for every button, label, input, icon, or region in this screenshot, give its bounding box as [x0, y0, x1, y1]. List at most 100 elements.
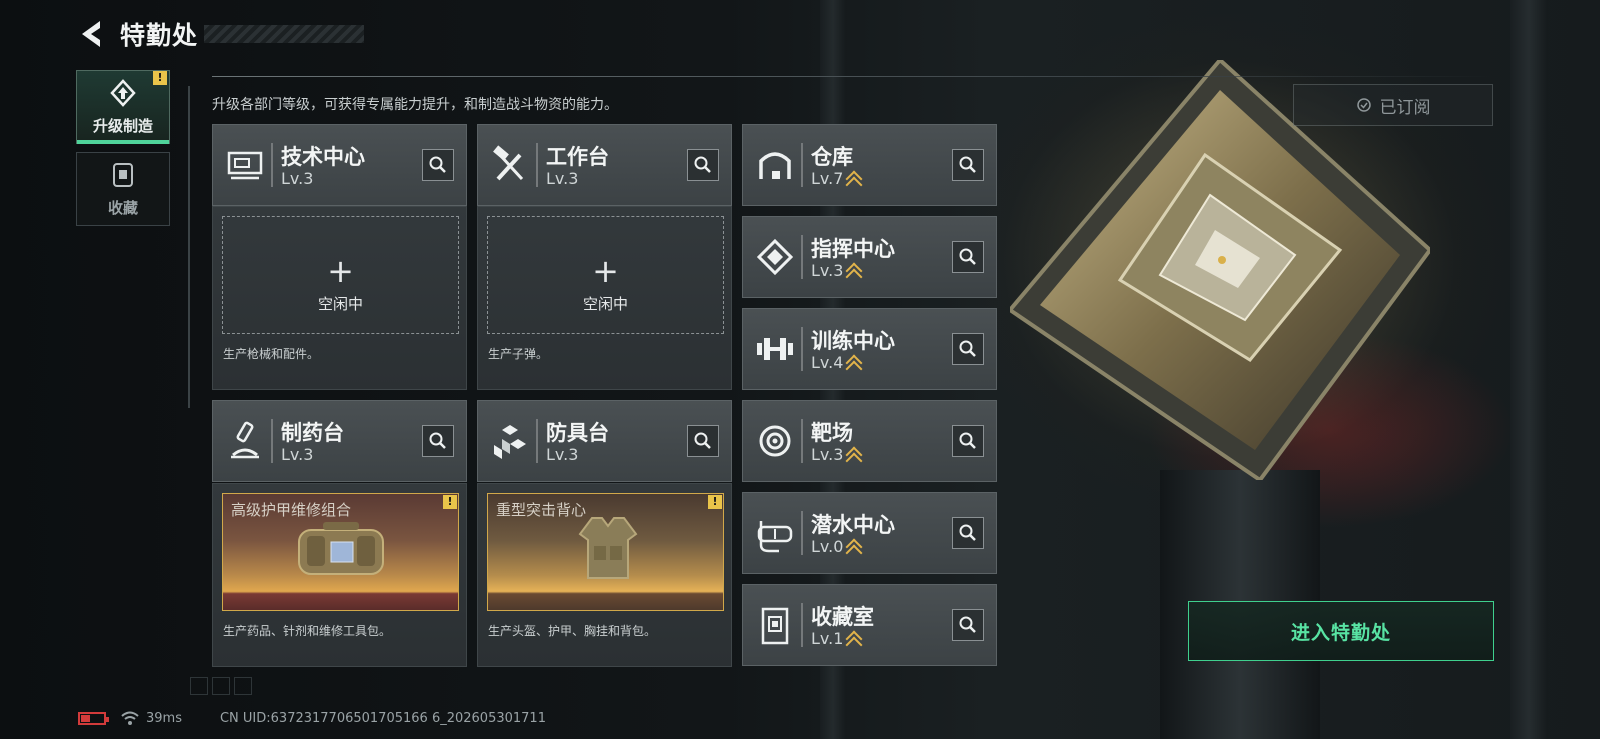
crafting-item-name: 重型突击背心 — [496, 501, 587, 519]
level-row: Lv.3 — [811, 261, 859, 280]
inspect-button[interactable] — [952, 609, 984, 641]
production-description: 生产药品、针剂和维修工具包。 — [223, 624, 392, 638]
crafting-item-slot[interactable]: 重型突击背心 ! — [487, 493, 724, 611]
inspect-button[interactable] — [422, 149, 454, 181]
search-icon — [429, 432, 446, 449]
back-button[interactable] — [78, 19, 106, 49]
search-icon — [694, 432, 711, 449]
department-name: 防具台 — [546, 421, 609, 445]
department-card-command-center[interactable]: 指挥中心 Lv.3 — [742, 216, 997, 298]
alert-badge: ! — [708, 495, 722, 509]
production-description: 生产子弹。 — [488, 347, 549, 361]
level-up-icon — [847, 539, 859, 555]
department-name: 收藏室 — [811, 605, 874, 629]
department-card-armor-bench[interactable]: 防具台 Lv.3 — [477, 400, 732, 482]
department-card-pharmacy[interactable]: 制药台 Lv.3 — [212, 400, 467, 482]
ping-value: 39ms — [146, 710, 182, 726]
back-arrow-icon — [82, 21, 100, 47]
collection-room-icon — [761, 607, 789, 645]
wifi-icon — [121, 711, 139, 725]
production-slot[interactable]: + 空闲中 — [222, 216, 459, 334]
alert-badge: ! — [443, 495, 457, 509]
divider — [212, 76, 1494, 77]
department-card-warehouse[interactable]: 仓库 Lv.7 — [742, 124, 997, 206]
crafting-item-name: 高级护甲维修组合 — [231, 501, 352, 519]
warehouse-icon — [759, 152, 791, 179]
level-row: Lv.0 — [811, 537, 859, 556]
department-level: Lv.1 — [811, 629, 844, 648]
department-card-diving-center[interactable]: 潜水中心 Lv.0 — [742, 492, 997, 574]
search-icon — [959, 248, 976, 265]
production-panel-workbench: + 空闲中 生产子弹。 — [477, 206, 732, 390]
inspect-button[interactable] — [687, 425, 719, 457]
battery-icon — [78, 711, 109, 725]
inspect-button[interactable] — [952, 425, 984, 457]
nav-upgrade-craft[interactable]: ! 升级制造 — [76, 70, 170, 144]
command-center-icon — [756, 238, 794, 276]
department-card-collection-room[interactable]: 收藏室 Lv.1 — [742, 584, 997, 666]
separator — [801, 419, 803, 463]
inspect-button[interactable] — [422, 425, 454, 457]
collection-icon — [113, 162, 133, 187]
production-description: 生产枪械和配件。 — [223, 347, 320, 361]
nav-label: 升级制造 — [92, 116, 153, 135]
search-icon — [694, 156, 711, 173]
level-row: Lv.7 — [811, 169, 859, 188]
separator — [536, 419, 538, 463]
separator — [801, 235, 803, 279]
header: 特勤处 — [78, 18, 365, 50]
inspect-button[interactable] — [952, 333, 984, 365]
inspect-button[interactable] — [952, 241, 984, 273]
department-level: Lv.3 — [281, 169, 314, 188]
department-name: 潜水中心 — [811, 513, 895, 537]
enter-button-label: 进入特勤处 — [1290, 621, 1391, 644]
screen: 特勤处 ! 升级制造 收藏 升级各部门等级，可获得专属能力提升，和制造战斗物资的… — [0, 0, 1600, 739]
department-level: Lv.7 — [811, 169, 844, 188]
department-level: Lv.3 — [811, 261, 844, 280]
heavy-assault-vest-image — [578, 517, 638, 579]
department-name: 指挥中心 — [811, 237, 895, 261]
production-slot[interactable]: + 空闲中 — [487, 216, 724, 334]
search-icon — [959, 616, 976, 633]
department-card-training-center[interactable]: 训练中心 Lv.4 — [742, 308, 997, 390]
workbench-icon — [493, 145, 524, 181]
department-card-shooting-range[interactable]: 靶场 Lv.3 — [742, 400, 997, 482]
slot-status: 空闲中 — [582, 295, 628, 313]
level-up-icon — [847, 355, 859, 371]
subscribed-label: 已订阅 — [1379, 97, 1431, 118]
inspect-button[interactable] — [687, 149, 719, 181]
level-row: Lv.4 — [811, 353, 859, 372]
page-description: 升级各部门等级，可获得专属能力提升，和制造战斗物资的能力。 — [212, 97, 618, 113]
department-card-tech-center[interactable]: 技术中心 Lv.3 — [212, 124, 467, 206]
department-level: Lv.3 — [811, 445, 844, 464]
upgrade-icon — [110, 78, 136, 107]
add-icon: + — [592, 252, 619, 290]
department-level: Lv.3 — [546, 169, 579, 188]
separator — [271, 143, 273, 187]
separator — [271, 419, 273, 463]
nav-label: 收藏 — [107, 198, 138, 217]
title-decoration — [204, 25, 365, 43]
search-icon — [959, 432, 976, 449]
search-icon — [959, 524, 976, 541]
department-card-workbench[interactable]: 工作台 Lv.3 — [477, 124, 732, 206]
armor-repair-kit-image — [298, 522, 384, 575]
department-level: Lv.0 — [811, 537, 844, 556]
inspect-button[interactable] — [952, 517, 984, 549]
level-row: Lv.3 — [811, 445, 859, 464]
production-description: 生产头盔、护甲、胸挂和背包。 — [488, 624, 657, 638]
level-up-icon — [847, 447, 859, 463]
decorative-squares — [190, 677, 252, 695]
level-row: Lv.1 — [811, 629, 859, 648]
crafting-item-slot[interactable]: 高级护甲维修组合 ! — [222, 493, 459, 611]
add-icon: + — [327, 252, 354, 290]
subscribed-button[interactable]: 已订阅 — [1293, 84, 1493, 126]
department-name: 靶场 — [811, 421, 853, 445]
status-bar: 39ms CN UID:6372317706501705166 6_202605… — [78, 710, 546, 726]
nav-collection[interactable]: 收藏 — [76, 152, 170, 226]
inspect-button[interactable] — [952, 149, 984, 181]
shooting-range-icon — [759, 425, 791, 457]
separator — [801, 511, 803, 555]
enter-special-ops-button[interactable]: 进入特勤处 — [1188, 601, 1494, 661]
level-up-icon — [847, 171, 859, 187]
